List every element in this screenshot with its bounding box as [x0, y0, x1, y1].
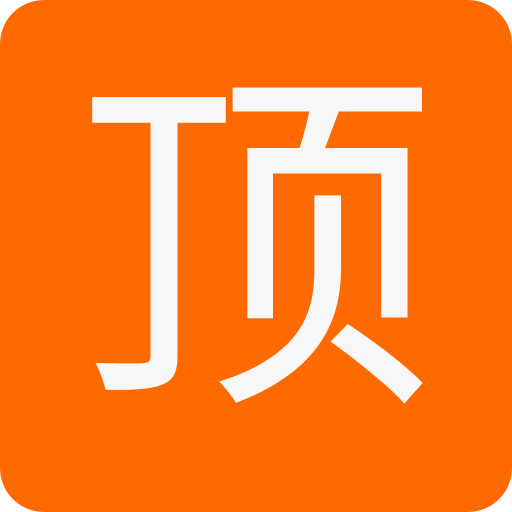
app-icon-glyph: 顶: [76, 40, 436, 459]
app-icon[interactable]: 顶: [0, 0, 512, 512]
